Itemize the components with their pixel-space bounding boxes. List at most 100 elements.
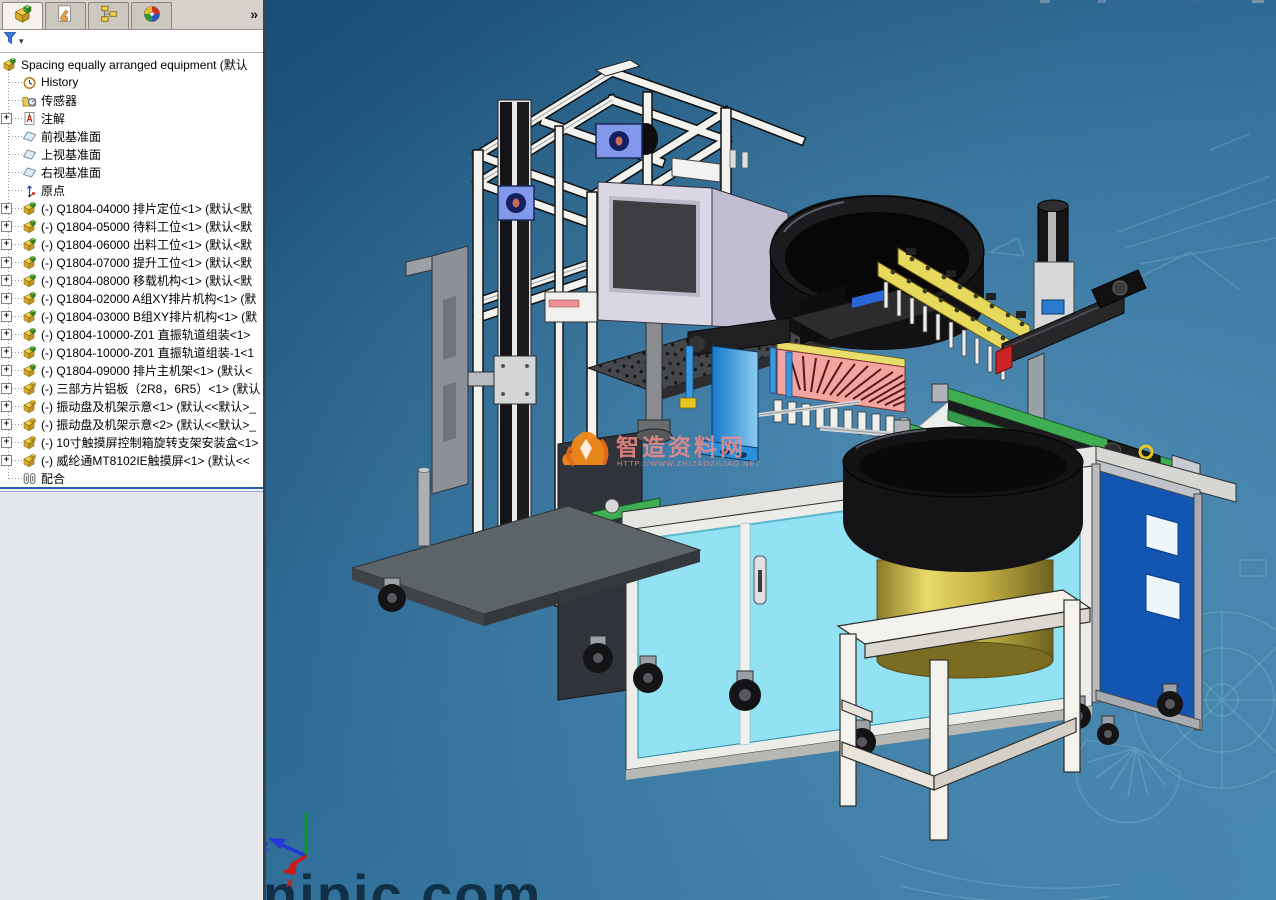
tab-featuremanager[interactable] xyxy=(2,2,43,29)
tree-expand-toggle[interactable]: + xyxy=(1,311,12,322)
tree-item[interactable]: Spacing equally arranged equipment (默认 xyxy=(0,55,263,73)
tree-expand-toggle[interactable]: + xyxy=(1,401,12,412)
asm-green-icon xyxy=(22,255,37,270)
panel-overflow-chevron[interactable]: » xyxy=(250,6,258,22)
tree-item-label: (-) Q1804-05000 待料工位<1> (默认<默 xyxy=(41,219,253,234)
tab-displaymanager[interactable] xyxy=(131,2,172,29)
tree-connector xyxy=(9,190,22,191)
tree-item-label: 上视基准面 xyxy=(41,147,102,162)
plane-icon xyxy=(22,165,37,180)
tree-item[interactable]: + (-) 三部方片铝板（2R8，6R5）<1> (默认 xyxy=(0,379,263,397)
tree-item-label: (-) Q1804-02000 A组XY排片机构<1> (默 xyxy=(41,291,257,306)
tree-expand-toggle[interactable]: + xyxy=(1,257,12,268)
tree-item-label: (-) 10寸触摸屏控制箱旋转支架安装盒<1> xyxy=(41,435,259,450)
tree-item[interactable]: + (-) Q1804-07000 提升工位<1> (默认<默 xyxy=(0,253,263,271)
tree-expand-toggle[interactable]: + xyxy=(1,419,12,430)
tree-item-label: (-) Q1804-07000 提升工位<1> (默认<默 xyxy=(41,255,253,270)
tree-connector xyxy=(9,478,22,479)
featuremanager-panel: » ▾ Spacing equally arranged equipment (… xyxy=(0,0,266,900)
tree-item[interactable]: 右视基准面 xyxy=(0,163,263,181)
tree-item-label: (-) Q1804-10000-Z01 直振轨道组装-1<1 xyxy=(41,345,255,360)
asm-yellow-icon xyxy=(22,453,37,468)
tree-connector xyxy=(9,136,22,137)
tree-item[interactable]: + (-) 振动盘及机架示意<1> (默认<<默认>_ xyxy=(0,397,263,415)
asm-root-icon xyxy=(2,57,17,72)
tree-item[interactable]: + (-) 振动盘及机架示意<2> (默认<<默认>_ xyxy=(0,415,263,433)
tree-expand-toggle[interactable]: + xyxy=(1,293,12,304)
asm-yellow-icon xyxy=(22,381,37,396)
tree-item[interactable]: 配合 xyxy=(0,469,263,487)
origin-icon xyxy=(22,183,37,198)
tree-item[interactable]: + (-) Q1804-10000-Z01 直振轨道组装-1<1 xyxy=(0,343,263,361)
tree-item-label: (-) Q1804-08000 移载机构<1> (默认<默 xyxy=(41,273,253,288)
tree-expand-toggle[interactable]: + xyxy=(1,383,12,394)
configurationmanager-icon xyxy=(99,4,119,29)
asm-green-icon xyxy=(22,201,37,216)
tree-expand-toggle[interactable]: + xyxy=(1,221,12,232)
asm-green-icon xyxy=(22,327,37,342)
tree-item[interactable]: + (-) 威纶通MT8102IE触摸屏<1> (默认<< xyxy=(0,451,263,469)
tree-item[interactable]: + (-) Q1804-05000 待料工位<1> (默认<默 xyxy=(0,217,263,235)
tree-item[interactable]: + (-) Q1804-04000 排片定位<1> (默认<默 xyxy=(0,199,263,217)
tree-item-label: (-) Q1804-06000 出料工位<1> (默认<默 xyxy=(41,237,253,252)
tab-propertymanager[interactable] xyxy=(45,2,86,29)
tree-connector xyxy=(9,154,22,155)
tree-item[interactable]: + (-) Q1804-06000 出料工位<1> (默认<默 xyxy=(0,235,263,253)
tree-item-label: History xyxy=(41,75,79,89)
tree-item[interactable]: 传感器 xyxy=(0,91,263,109)
tree-connector xyxy=(9,100,22,101)
tree-connector xyxy=(9,172,22,173)
tree-item-label: 注解 xyxy=(41,111,66,126)
tree-item[interactable]: 原点 xyxy=(0,181,263,199)
asm-yellow-icon xyxy=(22,435,37,450)
feature-tree: Spacing equally arranged equipment (默认 Hi… xyxy=(0,53,263,487)
tree-item[interactable]: + (-) Q1804-08000 移载机构<1> (默认<默 xyxy=(0,271,263,289)
tree-expand-toggle[interactable]: + xyxy=(1,329,12,340)
filter-funnel-icon xyxy=(3,31,18,51)
tree-item[interactable]: 前视基准面 xyxy=(0,127,263,145)
annotations-icon xyxy=(22,111,37,126)
tree-expand-toggle[interactable]: + xyxy=(1,203,12,214)
tree-item[interactable]: + (-) Q1804-02000 A组XY排片机构<1> (默 xyxy=(0,289,263,307)
tree-item[interactable]: 上视基准面 xyxy=(0,145,263,163)
filter-dropdown-caret[interactable]: ▾ xyxy=(19,36,24,47)
tree-item-label: 原点 xyxy=(41,183,66,198)
tree-item[interactable]: + (-) Q1804-03000 B组XY排片机构<1> (默 xyxy=(0,307,263,325)
tree-item-label: (-) 三部方片铝板（2R8，6R5）<1> (默认 xyxy=(41,381,261,396)
tab-configurationmanager[interactable] xyxy=(88,2,129,29)
asm-green-icon xyxy=(22,219,37,234)
tree-expand-toggle[interactable]: + xyxy=(1,113,12,124)
watermark-bottom: nipic.com xyxy=(263,863,542,900)
asm-green-icon xyxy=(22,363,37,378)
plane-icon xyxy=(22,129,37,144)
tree-item-label: (-) Q1804-03000 B组XY排片机构<1> (默 xyxy=(41,309,258,324)
tree-item[interactable]: + (-) Q1804-09000 排片主机架<1> (默认< xyxy=(0,361,263,379)
tree-expand-toggle[interactable]: + xyxy=(1,239,12,250)
tree-expand-toggle[interactable]: + xyxy=(1,275,12,286)
asm-green-icon xyxy=(22,291,37,306)
tree-filter-row[interactable]: ▾ xyxy=(0,30,263,53)
triad-x-label: X xyxy=(286,878,294,890)
tree-expand-toggle[interactable]: + xyxy=(1,437,12,448)
panel-empty-area xyxy=(0,493,263,900)
watermark-title: 智造资料网 xyxy=(616,434,746,460)
propertymanager-icon xyxy=(56,4,76,29)
watermark-center: 智造资料网 HTTP://WWW.ZHIZAOZILIAO.NET xyxy=(562,431,760,468)
asm-green-icon xyxy=(22,345,37,360)
tree-item-label: (-) 振动盘及机架示意<1> (默认<<默认>_ xyxy=(41,399,257,414)
tree-expand-toggle[interactable]: + xyxy=(1,365,12,376)
tree-item[interactable]: History xyxy=(0,73,263,91)
tree-item[interactable]: + (-) Q1804-10000-Z01 直振轨道组装<1> xyxy=(0,325,263,343)
tree-item-label: (-) Q1804-04000 排片定位<1> (默认<默 xyxy=(41,201,253,216)
tree-item[interactable]: + 注解 xyxy=(0,109,263,127)
asm-yellow-icon xyxy=(22,399,37,414)
displaymanager-icon xyxy=(142,4,162,29)
tree-expand-toggle[interactable]: + xyxy=(1,455,12,466)
featuremanager-icon xyxy=(13,4,33,29)
tree-connector xyxy=(9,82,22,83)
tree-expand-toggle[interactable]: + xyxy=(1,347,12,358)
asm-green-icon xyxy=(22,273,37,288)
tree-item-label: (-) Q1804-10000-Z01 直振轨道组装<1> xyxy=(41,327,251,342)
tree-item[interactable]: + (-) 10寸触摸屏控制箱旋转支架安装盒<1> xyxy=(0,433,263,451)
tree-item-label: 配合 xyxy=(41,471,66,486)
